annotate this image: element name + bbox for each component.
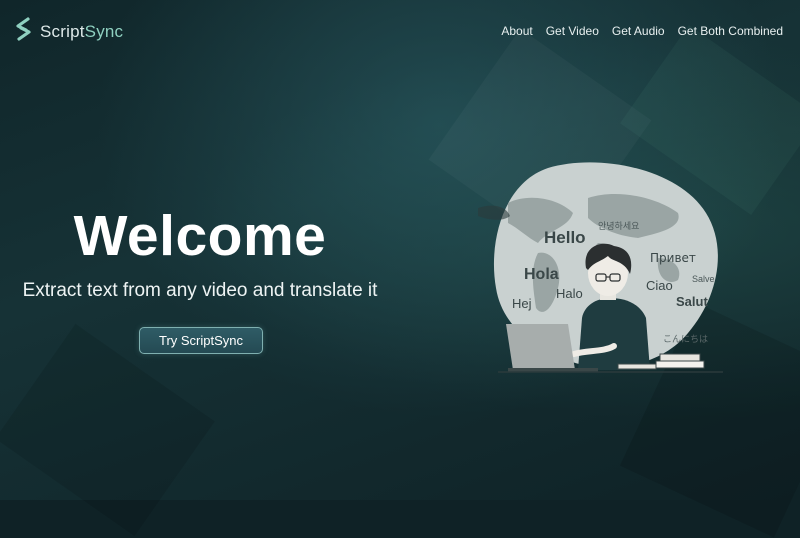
brand-name: ScriptSync	[40, 22, 123, 42]
greeting-halo: Halo	[556, 286, 583, 301]
greeting-hola: Hola	[524, 266, 559, 283]
greeting-korean: 안녕하세요	[598, 221, 639, 232]
greeting-privet: Привет	[650, 251, 696, 265]
s-logo-icon	[12, 16, 34, 47]
greeting-salut: Salut	[676, 294, 708, 309]
try-scriptsync-button[interactable]: Try ScriptSync	[139, 327, 263, 354]
greeting-japanese: こんにちは	[663, 334, 708, 345]
nav-get-video[interactable]: Get Video	[546, 24, 599, 38]
hero-section: Welcome Extract text from any video and …	[0, 196, 400, 354]
hero-illustration: Hello 안녕하세요 Hola Привет Salve Ciao Halo …	[478, 158, 728, 378]
nav-get-both-combined[interactable]: Get Both Combined	[678, 24, 783, 38]
main-nav: About Get Video Get Audio Get Both Combi…	[501, 24, 783, 38]
brand-logo[interactable]: ScriptSync	[12, 16, 123, 47]
nav-about[interactable]: About	[501, 24, 532, 38]
hero-subtitle: Extract text from any video and translat…	[22, 280, 378, 301]
brand-name-prefix: Script	[40, 21, 85, 41]
illustration-svg: Hello 안녕하세요 Hola Привет Salve Ciao Halo …	[478, 162, 723, 373]
brand-name-suffix: Sync	[84, 21, 124, 41]
greeting-hej: Hej	[512, 296, 532, 311]
greeting-hello: Hello	[544, 228, 586, 247]
greeting-ciao: Ciao	[646, 278, 673, 293]
greeting-salve: Salve	[692, 274, 715, 284]
hero-title: Welcome	[73, 204, 327, 268]
nav-get-audio[interactable]: Get Audio	[612, 24, 665, 38]
